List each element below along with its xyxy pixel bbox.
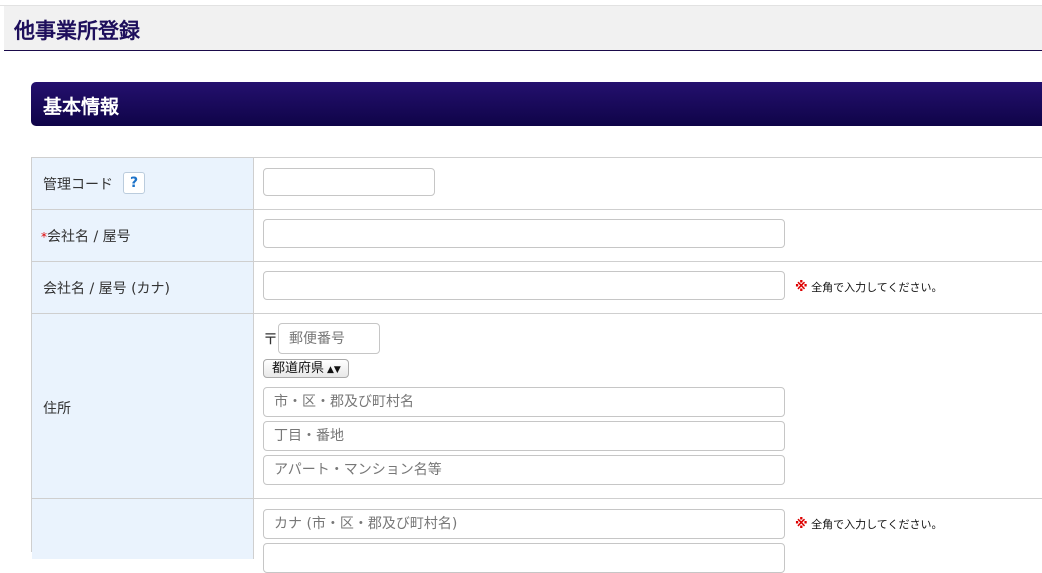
registration-form: 管理コード ? *会社名 / 屋号 会社名 / 屋号 (カナ) ※ 全角で入力し… (31, 157, 1042, 573)
company-name-label-text: 会社名 / 屋号 (47, 229, 131, 245)
label-cell: 住所 (32, 314, 254, 498)
building-input[interactable] (263, 455, 785, 485)
select-arrows-icon: ▲▼ (327, 365, 341, 375)
company-name-kana-label: 会社名 / 屋号 (カナ) (43, 281, 170, 297)
fullwidth-note: ※ 全角で入力してください。 (795, 516, 942, 532)
prefecture-selected: 都道府県 (272, 361, 325, 376)
note-text: 全角で入力してください。 (811, 281, 943, 294)
company-name-label: *会社名 / 屋号 (41, 226, 131, 246)
label-cell: 管理コード ? (32, 158, 254, 209)
form-row-address-kana: ※ 全角で入力してください。 (32, 499, 1042, 573)
note-text: 全角で入力してください。 (811, 518, 943, 531)
form-row-management-code: 管理コード ? (32, 158, 1042, 210)
page-header: 他事業所登録 (4, 6, 1042, 51)
form-row-company-name: *会社名 / 屋号 (32, 210, 1042, 262)
street-kana-input[interactable] (263, 543, 785, 573)
section-title: 基本情報 (43, 96, 120, 118)
label-cell: *会社名 / 屋号 (32, 210, 254, 261)
address-label: 住所 (43, 401, 71, 417)
label-cell: 会社名 / 屋号 (カナ) (32, 262, 254, 313)
management-code-input[interactable] (263, 168, 435, 196)
note-mark: ※ (795, 517, 808, 532)
company-name-input[interactable] (263, 219, 785, 248)
postal-mark: 〒 (263, 330, 279, 348)
management-code-label: 管理コード (43, 177, 113, 193)
company-name-kana-input[interactable] (263, 271, 785, 300)
city-input[interactable] (263, 387, 785, 417)
city-kana-input[interactable] (263, 509, 785, 539)
help-icon[interactable]: ? (123, 172, 145, 194)
prefecture-select[interactable]: 都道府県 ▲▼ (263, 359, 349, 378)
fullwidth-note: ※ 全角で入力してください。 (795, 279, 942, 295)
postal-code-input[interactable] (278, 323, 380, 354)
page-title: 他事業所登録 (14, 19, 140, 43)
section-header: 基本情報 (31, 82, 1042, 126)
label-cell (32, 499, 254, 559)
street-input[interactable] (263, 421, 785, 451)
form-row-address: 住所 〒 都道府県▲▼ (32, 314, 1042, 499)
note-mark: ※ (795, 280, 808, 295)
form-row-company-name-kana: 会社名 / 屋号 (カナ) ※ 全角で入力してください。 (32, 262, 1042, 314)
